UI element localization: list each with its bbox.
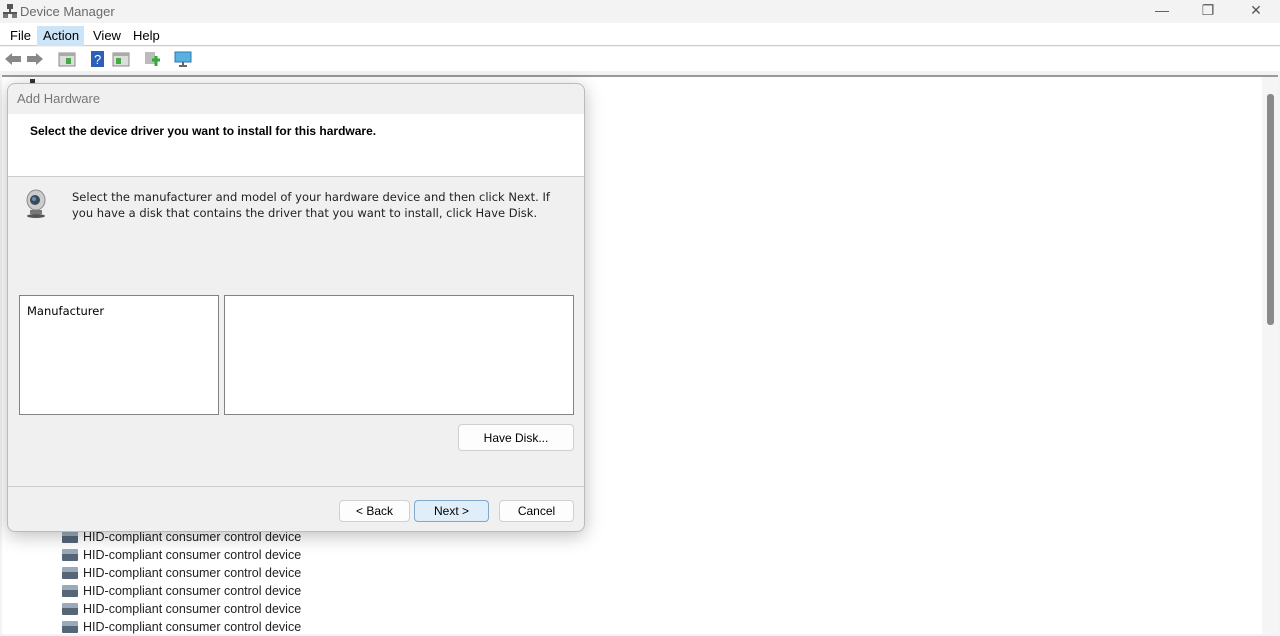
close-button[interactable]: ✕ [1236, 2, 1276, 22]
update-driver-icon[interactable] [143, 50, 161, 68]
have-disk-button[interactable]: Have Disk... [458, 424, 574, 451]
hid-device-icon [62, 585, 78, 597]
next-button[interactable]: Next > [414, 500, 489, 522]
menu-action[interactable]: Action [37, 26, 84, 46]
window-title: Device Manager [20, 4, 115, 19]
svg-text:?: ? [94, 52, 101, 67]
tree-item-label: HID-compliant consumer control device [83, 602, 302, 616]
device-manager-icon [3, 4, 17, 18]
menu-view[interactable]: View [87, 26, 127, 46]
scrollbar-thumb[interactable] [1267, 94, 1274, 325]
tree-item-label: HID-compliant consumer control device [83, 530, 302, 544]
divider [8, 486, 584, 487]
tree-item[interactable]: HID-compliant consumer control device [62, 564, 301, 582]
hid-device-icon [62, 567, 78, 579]
menu-help[interactable]: Help [127, 26, 166, 46]
tree-item[interactable]: HID-compliant consumer control device [62, 546, 301, 564]
forward-icon[interactable] [26, 50, 44, 68]
show-hide-console-tree-icon[interactable] [58, 50, 76, 68]
webcam-icon [26, 189, 46, 218]
tree-item-label: HID-compliant consumer control device [83, 548, 302, 562]
back-icon[interactable] [4, 50, 22, 68]
title-bar: Device Manager — ❐ ✕ [0, 0, 1280, 23]
tree-item-label: HID-compliant consumer control device [83, 620, 302, 634]
restore-button[interactable]: ❐ [1188, 2, 1228, 22]
add-hardware-dialog: Add Hardware Select the device driver yo… [7, 83, 585, 532]
dialog-heading: Select the device driver you want to ins… [30, 124, 377, 138]
hid-device-icon [62, 603, 78, 615]
vertical-scrollbar[interactable] [1262, 77, 1278, 634]
cancel-button[interactable]: Cancel [499, 500, 574, 522]
tree-item[interactable]: HID-compliant consumer control device [62, 600, 301, 618]
tree-item-label: HID-compliant consumer control device [83, 566, 302, 580]
manufacturer-header: Manufacturer [27, 304, 105, 318]
help-icon[interactable]: ? [89, 50, 107, 68]
back-button[interactable]: < Back [339, 500, 410, 522]
dialog-header: Select the device driver you want to ins… [8, 114, 584, 177]
hid-device-icon [62, 621, 78, 633]
tree-item-label: HID-compliant consumer control device [83, 584, 302, 598]
menu-file[interactable]: File [4, 26, 37, 46]
tree-item[interactable]: HID-compliant consumer control device [62, 582, 301, 600]
dialog-description: Select the manufacturer and model of you… [72, 190, 550, 220]
dialog-title: Add Hardware [17, 91, 101, 106]
hid-device-icon [62, 549, 78, 561]
model-list[interactable] [224, 295, 574, 415]
tree-item[interactable]: HID-compliant consumer control device [62, 618, 301, 636]
action-pane-icon[interactable] [112, 50, 130, 68]
minimize-button[interactable]: — [1142, 2, 1182, 22]
scan-hardware-icon[interactable] [174, 50, 192, 68]
hid-device-icon [62, 531, 78, 543]
toolbar: ? [0, 47, 1280, 71]
manufacturer-list[interactable]: Manufacturer [19, 295, 219, 415]
menu-bar: File Action View Help [0, 23, 1280, 46]
